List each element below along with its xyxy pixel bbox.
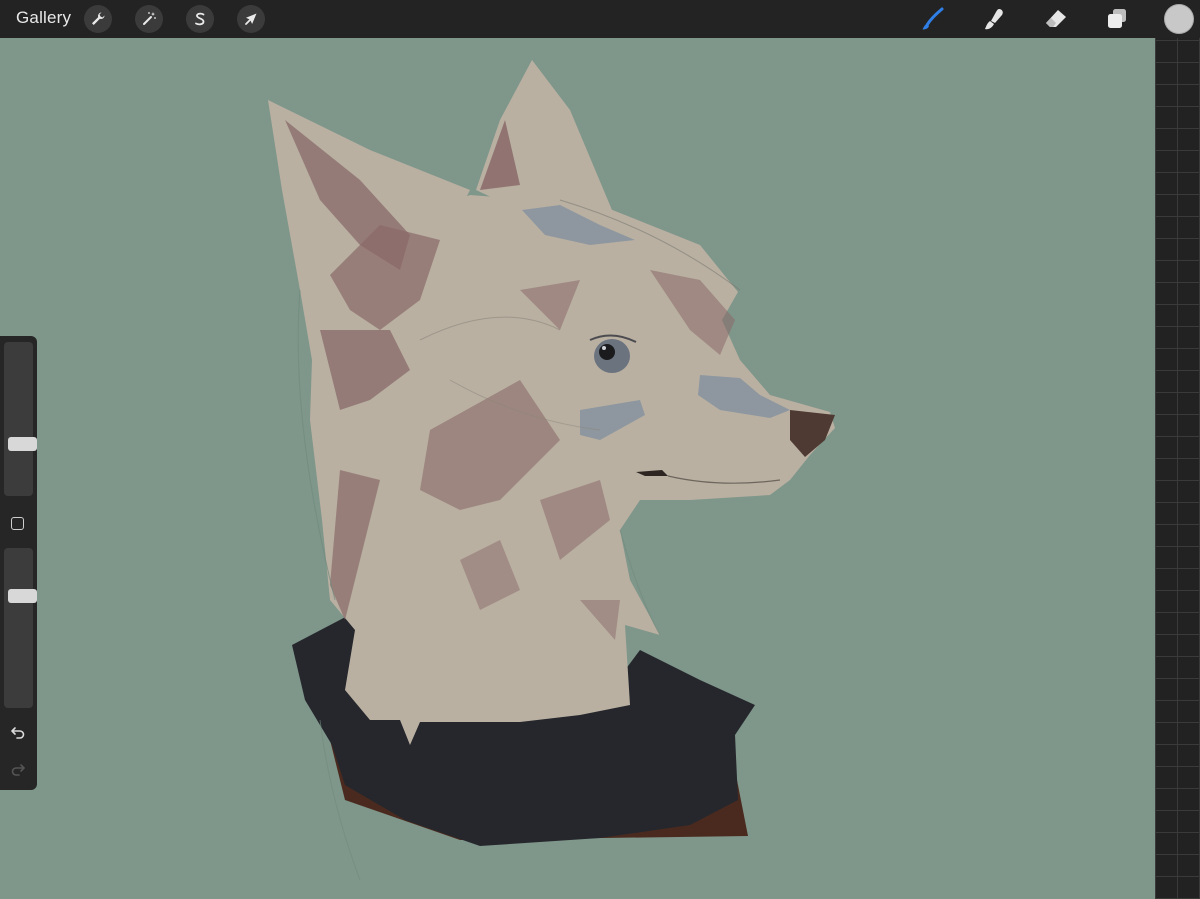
- smudge-tool-button[interactable]: [979, 4, 1009, 34]
- layers-icon: [1108, 9, 1126, 28]
- selection-s-icon: [195, 12, 205, 26]
- smudge-finger-icon: [985, 9, 1003, 30]
- selection-button[interactable]: [186, 5, 214, 33]
- undo-icon: [11, 727, 25, 739]
- drawing-canvas[interactable]: [0, 38, 1155, 899]
- redo-icon: [11, 764, 25, 776]
- color-picker-button[interactable]: [1164, 4, 1194, 34]
- brush-opacity-thumb[interactable]: [8, 589, 37, 603]
- magic-wand-icon: [143, 12, 156, 25]
- brush-sidebar: [0, 336, 37, 790]
- top-toolbar: Gallery: [0, 0, 1200, 38]
- canvas-overflow-grid: [1155, 38, 1200, 899]
- eraser-tool-button[interactable]: [1041, 4, 1071, 34]
- adjustments-button[interactable]: [135, 5, 163, 33]
- undo-button[interactable]: [8, 722, 28, 742]
- layers-button[interactable]: [1102, 4, 1132, 34]
- brush-icon: [922, 7, 944, 30]
- brush-tool-button[interactable]: [918, 4, 948, 34]
- brush-opacity-slider[interactable]: [4, 548, 37, 708]
- arrow-cursor-icon: [245, 13, 257, 25]
- fox-portrait-artwork: [268, 60, 835, 881]
- transform-button[interactable]: [237, 5, 265, 33]
- brush-size-slider[interactable]: [4, 342, 37, 496]
- brush-size-thumb[interactable]: [8, 437, 37, 451]
- modify-button[interactable]: [11, 517, 24, 530]
- wrench-icon: [92, 12, 105, 25]
- actions-button[interactable]: [84, 5, 112, 33]
- eraser-icon: [1046, 10, 1066, 27]
- redo-button[interactable]: [8, 759, 28, 779]
- gallery-button[interactable]: Gallery: [16, 8, 71, 28]
